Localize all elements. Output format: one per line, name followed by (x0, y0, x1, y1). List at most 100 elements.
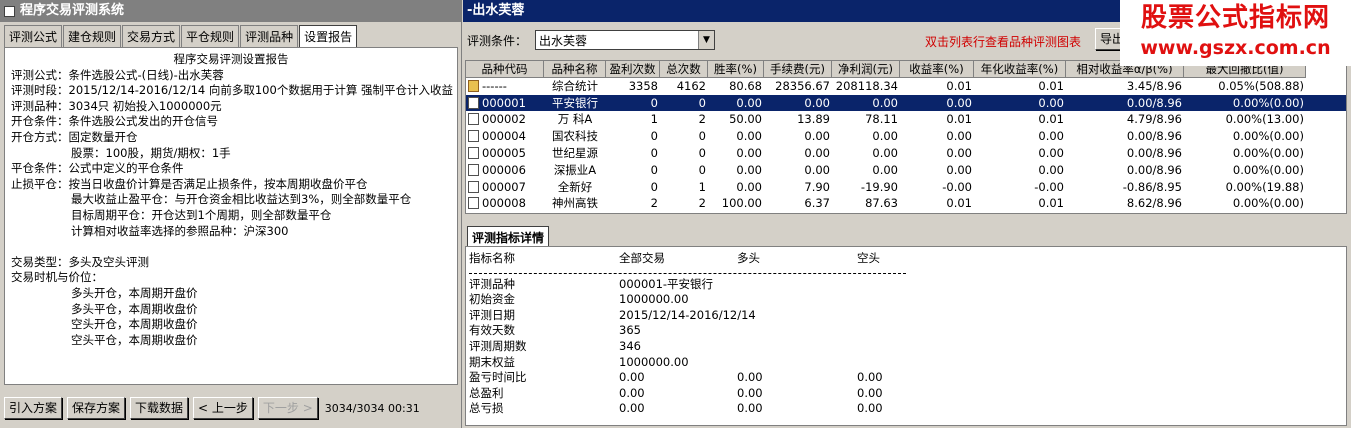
table-row[interactable]: 000006 深振业A 0 0 0.00 0.00 0.00 0.00 0.00 0.00/8.9… (466, 162, 1346, 179)
detail-cell (737, 355, 857, 371)
table-cell: 万 科A (544, 111, 606, 128)
report-line: 开仓方式：固定数量开仓 (11, 129, 138, 144)
cell-text: 208118.34 (835, 78, 898, 93)
table-cell: 1 (660, 179, 708, 196)
table-row[interactable]: ------ 综合统计 3358 4162 80.68 28356.67 208118.34… (466, 78, 1346, 95)
cell-text: 2 (698, 196, 706, 211)
next-step-button[interactable]: 下一步 > (257, 397, 318, 419)
column-header[interactable]: 胜率(%) (708, 61, 764, 78)
setup-tabs: 评测公式 建仓规则 交易方式 平仓规则 评测品种 设置报告 (0, 22, 461, 48)
table-row[interactable]: 000001 平安银行 0 0 0.00 0.00 0.00 0.00 0.00 0.00/8.9… (466, 94, 1346, 112)
table-row[interactable]: 000007 全新好 0 1 0.00 7.90 -19.90 -0.00 -0.00 -0.86… (466, 179, 1346, 196)
table-cell: 0.01 (900, 195, 974, 212)
window-menu-icon[interactable] (4, 5, 15, 17)
detail-cell (857, 308, 957, 324)
previous-step-button[interactable]: < 上一步 (193, 397, 253, 419)
table-cell: 000006 (466, 162, 544, 179)
cell-text: -0.00 (942, 179, 972, 194)
cell-text: 0.00/8.96 (1126, 129, 1182, 144)
report-line: 计算相对收益率选择的参照品种：沪深300 (71, 223, 289, 238)
cell-text: 0.01 (946, 78, 972, 93)
table-cell: 综合统计 (544, 78, 606, 95)
column-header[interactable]: 品种名称 (544, 61, 606, 78)
table-cell: 0 (606, 95, 660, 112)
table-cell: 0.00 (900, 145, 974, 162)
condition-value: 出水芙蓉 (539, 33, 588, 48)
table-row[interactable]: 000008 神州高铁 2 2 100.00 6.37 87.63 0.01 0.01 8.62/… (466, 195, 1346, 212)
table-cell: 0.00 (974, 95, 1066, 112)
setup-report[interactable]: 程序交易评测设置报告 评测公式：条件选股公式-(日线)-出水芙蓉 评测时段：20… (4, 47, 458, 385)
column-header[interactable]: 手续费(元) (764, 61, 832, 78)
detail-row: 总盈利 0.00 0.00 0.00 (469, 386, 1343, 402)
import-plan-button[interactable]: 引入方案 (4, 397, 63, 419)
detail-row: 总亏损 0.00 0.00 0.00 (469, 401, 1343, 417)
chevron-down-icon[interactable]: ▼ (698, 31, 715, 49)
column-header[interactable]: 品种代码 (466, 61, 544, 78)
cell-text: 0.00%(19.88) (1225, 179, 1304, 194)
tab-report[interactable]: 设置报告 (299, 25, 358, 48)
tab-open-rules[interactable]: 建仓规则 (63, 25, 122, 47)
table-row[interactable]: 000004 国农科技 0 0 0.00 0.00 0.00 0.00 0.00 0.00/8.9… (466, 128, 1346, 145)
tab-instruments[interactable]: 评测品种 (240, 25, 299, 47)
detail-panel[interactable]: 指标名称 全部交易 多头 空头 评测品种 000001-平安银行 初始资金 10000… (465, 246, 1347, 426)
tab-formula[interactable]: 评测公式 (4, 25, 63, 47)
report-line: 平仓条件：公式中定义的平仓条件 (11, 161, 184, 176)
cell-text: 0.00 (946, 129, 972, 144)
column-header[interactable]: 年化收益率(%) (974, 61, 1066, 78)
detail-cell: 评测日期 (469, 307, 515, 322)
document-icon (468, 163, 479, 176)
download-data-button[interactable]: 下载数据 (130, 397, 189, 419)
table-cell: -0.00 (900, 179, 974, 196)
cell-text: 0.00 (736, 145, 762, 160)
table-cell: 2 (660, 195, 708, 212)
table-cell: 0 (606, 179, 660, 196)
cell-text: 0 (650, 95, 658, 110)
column-header[interactable]: 总次数 (660, 61, 708, 78)
tab-trade-mode[interactable]: 交易方式 (122, 25, 181, 47)
watermark-url: www.gszx.com.cn (1140, 37, 1331, 59)
cell-text: 0.00%(0.00) (1232, 196, 1304, 211)
tab-close-rules[interactable]: 平仓规则 (181, 25, 240, 47)
table-cell: 3358 (606, 78, 660, 95)
report-line: 评测品种：3034只 初始投入1000000元 (11, 98, 222, 113)
detail-cell: 评测品种 (469, 276, 515, 291)
report-line: 交易时机与价位： (11, 270, 103, 285)
cell-text: 100.00 (721, 196, 762, 211)
condition-select[interactable]: 出水芙蓉 ▼ (535, 30, 716, 50)
table-cell: 0.05%(508.88) (1184, 78, 1306, 95)
table-cell: 0.00%(0.00) (1184, 95, 1306, 112)
cell-text: 0 (698, 129, 706, 144)
table-row[interactable]: 000002 万 科A 1 2 50.00 13.89 78.11 0.01 0.01 4.79/… (466, 111, 1346, 128)
cell-text: 000002 (482, 112, 526, 127)
save-plan-button[interactable]: 保存方案 (67, 397, 126, 419)
cell-text: 万 科A (557, 112, 593, 127)
table-cell: 0.00 (900, 162, 974, 179)
table-cell: 87.63 (832, 195, 900, 212)
cell-text: 0.00 (1038, 129, 1064, 144)
table-cell: 4162 (660, 78, 708, 95)
cell-text: 0.01 (1038, 112, 1064, 127)
table-cell: 0.00%(0.00) (1184, 145, 1306, 162)
column-header[interactable]: 净利润(元) (832, 61, 900, 78)
table-cell: 0.00%(0.00) (1184, 128, 1306, 145)
table-cell: 28356.67 (764, 78, 832, 95)
table-row[interactable]: 000005 世纪星源 0 0 0.00 0.00 0.00 0.00 0.00 0.00/8.9… (466, 145, 1346, 162)
table-cell: 0.00%(0.00) (1184, 195, 1306, 212)
results-table[interactable]: 品种代码 品种名称 盈利次数 总次数 胜率(%) 手续费(元) 净利润(元) 收… (465, 60, 1347, 214)
cell-text: 0.00/8.96 (1126, 95, 1182, 110)
tab-detail[interactable]: 评测指标详情 (467, 226, 550, 247)
detail-row: 期末权益 1000000.00 (469, 355, 1343, 371)
column-header[interactable]: 盈利次数 (606, 61, 660, 78)
cell-text: 神州高铁 (552, 196, 598, 211)
detail-cell: 1000000.00 (619, 354, 689, 369)
table-cell: 0.00 (974, 162, 1066, 179)
table-cell: 0.00/8.96 (1066, 128, 1184, 145)
table-cell: 0.01 (974, 111, 1066, 128)
table-cell: 000008 (466, 195, 544, 212)
cell-text: 7.90 (804, 179, 830, 194)
column-header[interactable]: 收益率(%) (900, 61, 974, 78)
cell-text: ------ (482, 78, 507, 93)
table-cell: 神州高铁 (544, 195, 606, 212)
table-cell: 0.00/8.96 (1066, 95, 1184, 112)
left-title-bar[interactable]: 程序交易评测系统 (0, 0, 461, 22)
